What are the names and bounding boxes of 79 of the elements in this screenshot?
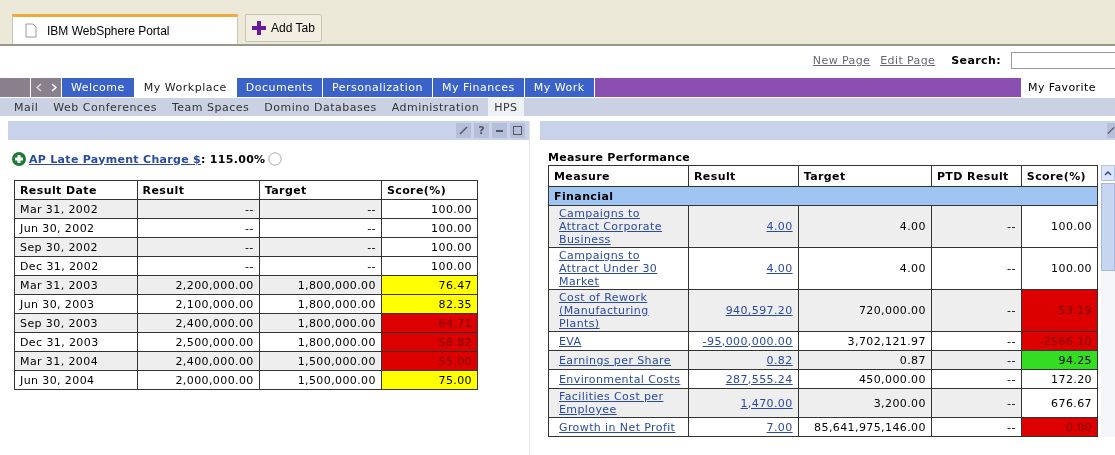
nav-tab[interactable]: Welcome: [62, 78, 134, 97]
table-cell: 450,000.00: [798, 369, 932, 389]
table-cell: --: [931, 289, 1022, 332]
nav-tab[interactable]: Documents: [236, 78, 322, 97]
table-cell: --: [931, 205, 1022, 248]
column-header: Score(%): [381, 180, 478, 200]
browser-tab[interactable]: IBM WebSphere Portal: [12, 14, 238, 44]
column-header: Result: [688, 165, 799, 187]
table-cell: 4.00: [798, 205, 932, 248]
table-cell: Jun 30, 2004: [14, 370, 138, 390]
pencil-icon: [1107, 126, 1115, 135]
table-cell: --: [259, 218, 382, 238]
table-cell: 4.00: [798, 247, 932, 290]
measure-value: : 115.00%: [201, 152, 266, 166]
sub-tab[interactable]: HPS: [488, 98, 524, 116]
help-button[interactable]: ?: [474, 123, 489, 138]
search-field[interactable]: [1011, 51, 1115, 69]
result-link[interactable]: 7.00: [766, 420, 793, 434]
result-link[interactable]: 4.00: [766, 262, 793, 275]
score-cell: 100.00: [1021, 205, 1098, 248]
table-cell: Dec 31, 2002: [14, 256, 138, 276]
measure-link[interactable]: AP Late Payment Charge $: [29, 152, 202, 166]
score-cell: -53.19: [1021, 289, 1098, 332]
edit-button[interactable]: [1107, 123, 1115, 138]
minimize-icon: [496, 129, 503, 132]
scrollbar[interactable]: [1101, 165, 1115, 437]
table-cell: 1,800,000.00: [259, 294, 382, 314]
table-cell: 3,200.00: [798, 388, 932, 418]
maximize-icon: [513, 126, 522, 135]
column-header: Measure: [548, 165, 689, 187]
table-cell: --: [931, 417, 1022, 437]
search-label: Search:: [951, 53, 1001, 67]
page-icon: [25, 23, 37, 38]
table-cell: --: [931, 388, 1022, 418]
table-cell: --: [931, 247, 1022, 290]
table-cell: --: [137, 256, 260, 276]
table-cell: 720,000.00: [798, 289, 932, 332]
column-header: Result Date: [14, 180, 138, 200]
maximize-button[interactable]: [510, 123, 525, 138]
portlet-title: Measure Performance: [548, 151, 692, 164]
column-header: Target: [259, 180, 382, 200]
table-cell: Dec 31, 2003: [14, 332, 138, 352]
column-header: Score(%): [1021, 165, 1098, 187]
plus-icon: [252, 21, 266, 35]
table-cell: 3,702,121.97: [798, 331, 932, 351]
add-tab-button[interactable]: Add Tab: [245, 14, 322, 42]
result-link[interactable]: 4.00: [766, 220, 793, 233]
table-cell: --: [259, 256, 382, 276]
nav-tab[interactable]: My Work: [524, 78, 594, 97]
status-circle-icon: [268, 152, 283, 166]
nav-tab[interactable]: Personalization: [323, 78, 432, 97]
table-cell: --: [931, 331, 1022, 351]
result-link[interactable]: 0.82: [766, 353, 793, 367]
table-cell: 2,500,000.00: [137, 332, 260, 352]
header-link[interactable]: New Page: [812, 53, 871, 67]
result-link[interactable]: 940,597.20: [725, 304, 793, 317]
table-cell: 2,000,000.00: [137, 370, 260, 390]
header-link[interactable]: Edit Page: [880, 53, 936, 67]
score-cell: 100.00: [1021, 247, 1098, 290]
table-cell: 85,641,975,146.00: [798, 417, 932, 437]
column-header: Result: [137, 180, 260, 200]
minimize-button[interactable]: [492, 123, 507, 138]
column-header: Target: [798, 165, 932, 187]
table-cell: Jun 30, 2003: [14, 294, 138, 314]
column-header: PTD Result: [931, 165, 1022, 187]
nav-tab[interactable]: My Finances: [432, 78, 524, 97]
score-cell: 676.67: [1021, 388, 1098, 418]
plus-circle-icon: [12, 152, 26, 166]
pencil-icon: [459, 126, 468, 135]
score-cell: 172.20: [1021, 369, 1098, 389]
score-cell: 100.00: [381, 218, 478, 238]
table-cell: 1,500,000.00: [259, 370, 382, 390]
table-cell: Jun 30, 2002: [14, 218, 138, 238]
edit-button[interactable]: [456, 123, 471, 138]
table-cell: --: [931, 369, 1022, 389]
score-cell: 100.00: [381, 256, 478, 276]
table-cell: 2,100,000.00: [137, 294, 260, 314]
table-cell: --: [137, 218, 260, 238]
table-cell: 1,800,000.00: [259, 332, 382, 352]
